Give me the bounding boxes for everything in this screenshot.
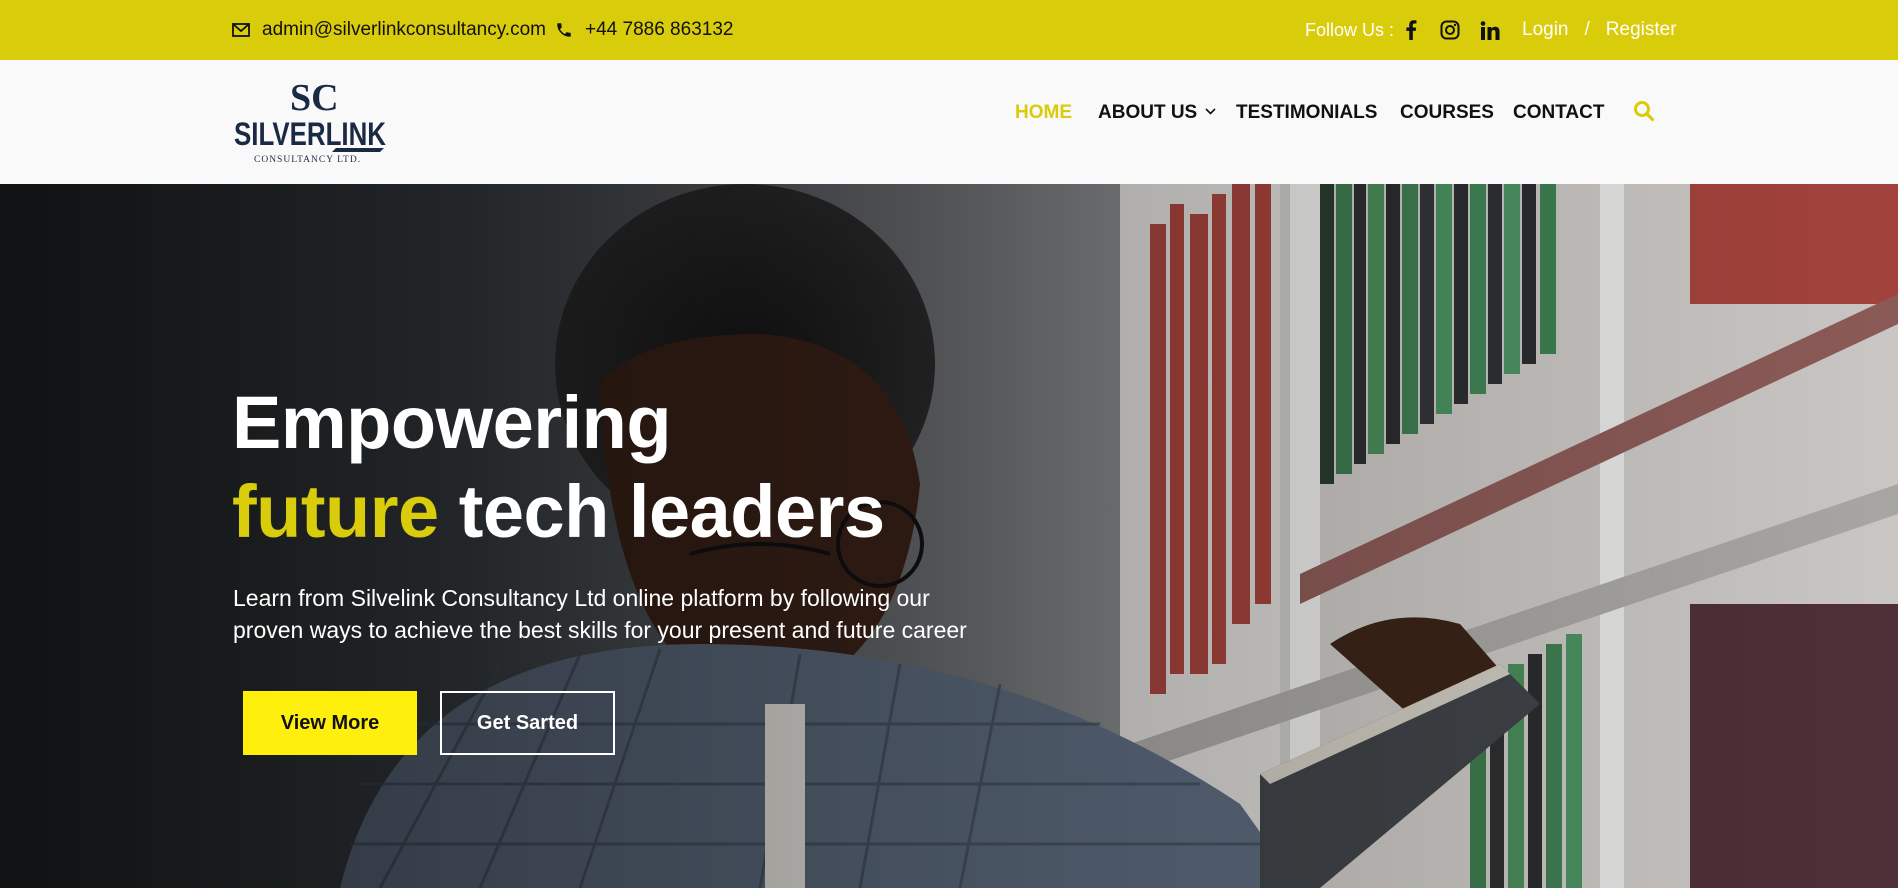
nav-contact[interactable]: CONTACT [1513,102,1604,124]
register-link[interactable]: Register [1606,19,1677,41]
email-contact[interactable]: admin@silverlinkconsultancy.com [232,0,546,60]
nav-about-us[interactable]: ABOUT US [1098,102,1216,124]
auth-links: Login / Register [1522,0,1677,60]
envelope-icon [232,23,250,37]
hero-title: Empowering future tech leaders [232,378,885,556]
instagram-icon[interactable] [1437,17,1463,43]
main-header: SC SILVERLINK CONSULTANCY LTD. HOME ABOU… [0,60,1898,184]
hero-section: Empowering future tech leaders Learn fro… [0,184,1898,888]
top-bar: admin@silverlinkconsultancy.com +44 7886… [0,0,1898,60]
hero-subtitle-line2: proven ways to achieve the best skills f… [233,617,967,643]
nav-courses[interactable]: COURSES [1400,102,1494,124]
phone-icon [557,23,571,37]
phone-text: +44 7886 863132 [585,19,734,40]
hero-subtitle: Learn from Silvelink Consultancy Ltd onl… [233,582,1013,646]
view-more-button[interactable]: View More [243,691,417,755]
hero-subtitle-line1: Learn from Silvelink Consultancy Ltd onl… [233,585,930,611]
hero-title-line1: Empowering [232,381,672,464]
nav-home[interactable]: HOME [1015,102,1072,124]
hero-title-highlight: future [232,470,439,553]
nav-testimonials[interactable]: TESTIMONIALS [1236,102,1377,124]
logo-subtitle: CONSULTANCY LTD. [254,155,361,165]
logo-name: SILVERLINK [234,116,386,152]
phone-contact[interactable]: +44 7886 863132 [555,0,733,60]
hero-title-rest: tech leaders [458,470,885,553]
email-text: admin@silverlinkconsultancy.com [262,19,546,40]
follow-us-label: Follow Us : [1305,19,1395,40]
logo-mark: SC [290,78,339,119]
logo[interactable]: SC SILVERLINK CONSULTANCY LTD. [232,77,392,170]
login-link[interactable]: Login [1522,19,1569,41]
chevron-down-icon [1205,108,1216,115]
get-started-button[interactable]: Get Sarted [440,691,615,755]
facebook-icon[interactable] [1398,17,1424,43]
search-icon[interactable] [1633,100,1655,128]
auth-separator: / [1584,19,1590,40]
nav-about-us-label: ABOUT US [1098,102,1198,123]
linkedin-icon[interactable] [1477,17,1503,43]
